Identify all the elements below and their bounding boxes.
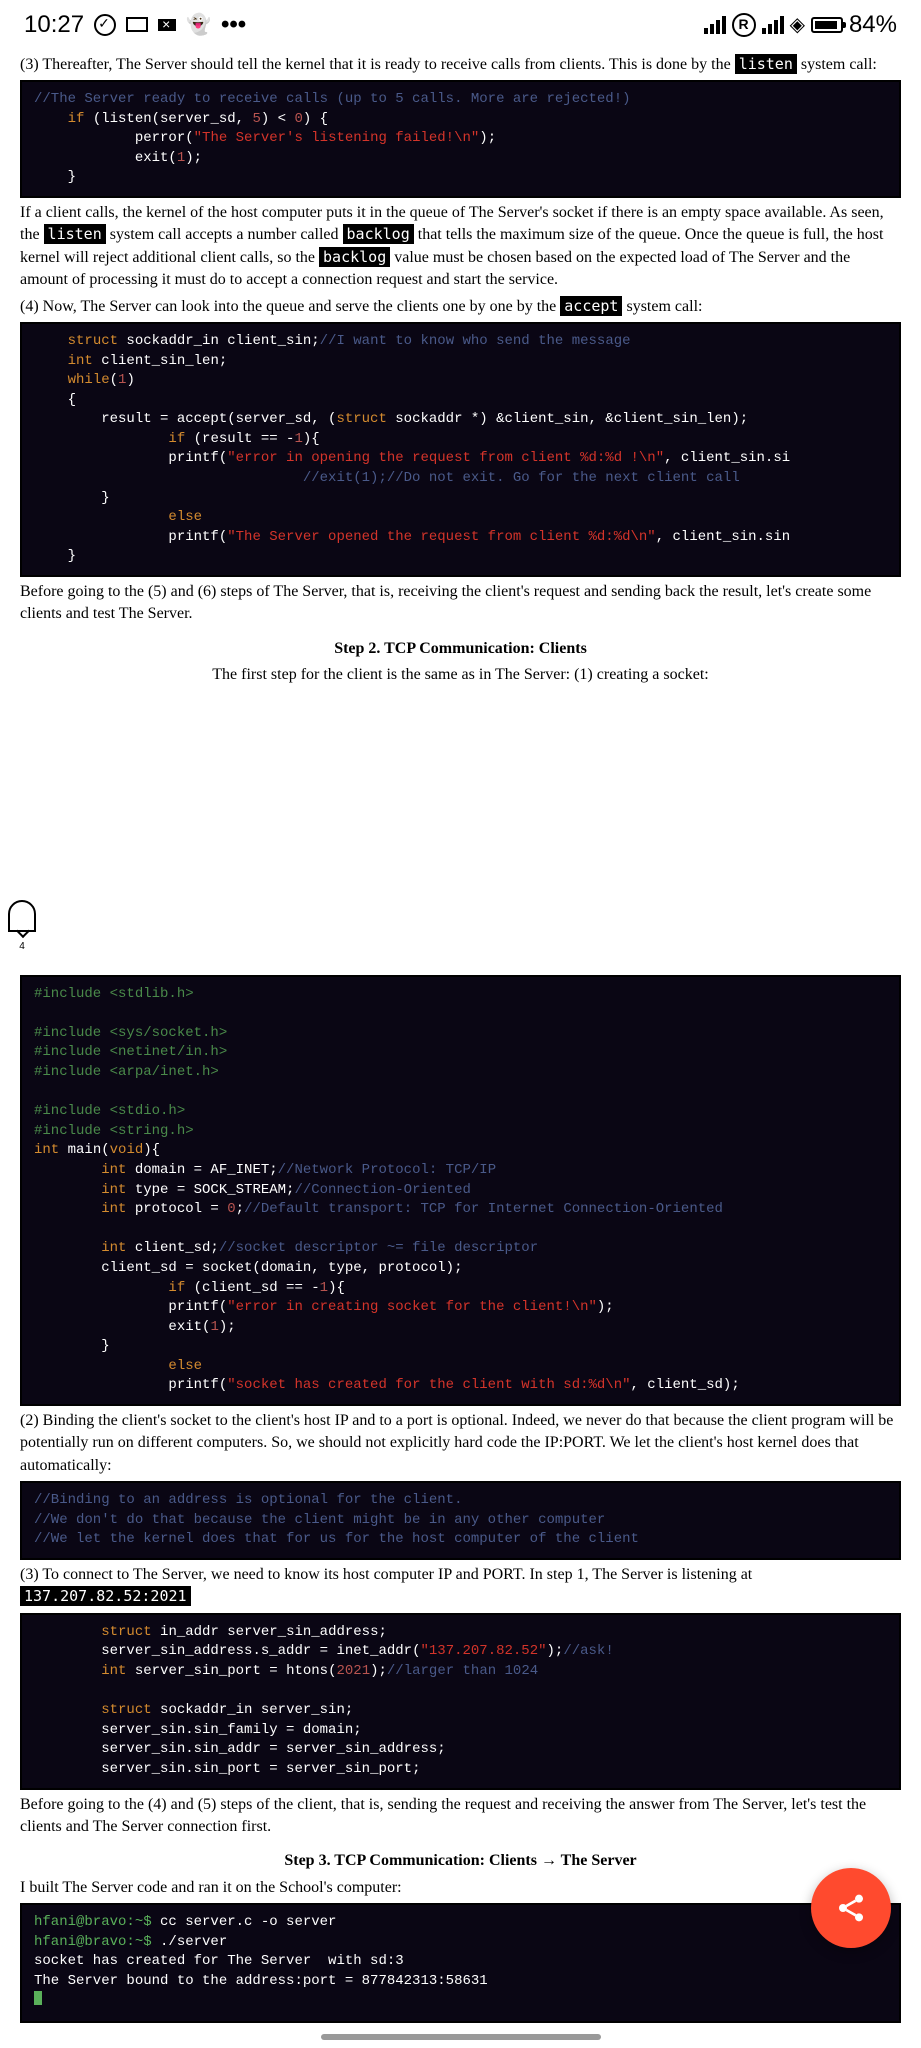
para-binding: (2) Binding the client's socket to the c… (20, 1410, 901, 1477)
code-listen: //The Server ready to receive calls (up … (20, 80, 901, 198)
side-badge: 4 (19, 940, 25, 954)
signal2-icon (762, 16, 784, 34)
alarm-icon (94, 14, 116, 36)
code-binding-comment: //Binding to an address is optional for … (20, 1481, 901, 1560)
para-4: (4) Now, The Server can look into the qu… (20, 296, 901, 318)
more-icon: ••• (221, 8, 246, 42)
para-before5-6: Before going to the (5) and (6) steps of… (20, 581, 901, 626)
share-button[interactable] (811, 1868, 891, 1948)
wifi-icon: ◈ (790, 11, 805, 39)
mute-icon (158, 19, 176, 31)
code-server-addr: struct in_addr server_sin_address; serve… (20, 1613, 901, 1790)
status-time: 10:27 (24, 8, 84, 42)
para-listen-desc: If a client calls, the kernel of the hos… (20, 202, 901, 292)
battery-percent: 84% (849, 8, 897, 42)
nav-handle[interactable] (321, 2034, 601, 2040)
battery-icon (811, 17, 843, 33)
status-bar: 10:27 👻 ••• R ◈ 84% (0, 0, 921, 50)
para-before-4-5: Before going to the (4) and (5) steps of… (20, 1794, 901, 1839)
para-client-first: The first step for the client is the sam… (20, 664, 901, 686)
snapchat-icon: 👻 (186, 11, 211, 39)
side-indicator[interactable]: 4 (8, 900, 36, 954)
code-client-socket: #include <stdlib.h> #include <sys/socket… (20, 975, 901, 1406)
step2-title: Step 2. TCP Communication: Clients (20, 638, 901, 660)
scroll-icon (8, 900, 36, 932)
para-built: I built The Server code and ran it on th… (20, 1877, 901, 1899)
para-3: (3) Thereafter, The Server should tell t… (20, 54, 901, 76)
para-connect: (3) To connect to The Server, we need to… (20, 1564, 901, 1609)
listen-code: listen (735, 54, 797, 74)
step3-title: Step 3. TCP Communication: Clients → The… (20, 1850, 901, 1872)
signal-icon (704, 16, 726, 34)
screen-icon (126, 17, 148, 32)
roaming-icon: R (732, 13, 756, 37)
code-terminal: hfani@bravo:~$ cc server.c -o server hfa… (20, 1903, 901, 2023)
share-icon (835, 1892, 867, 1924)
code-accept: struct sockaddr_in client_sin;//I want t… (20, 322, 901, 577)
document-content: (3) Thereafter, The Server should tell t… (0, 54, 921, 2023)
